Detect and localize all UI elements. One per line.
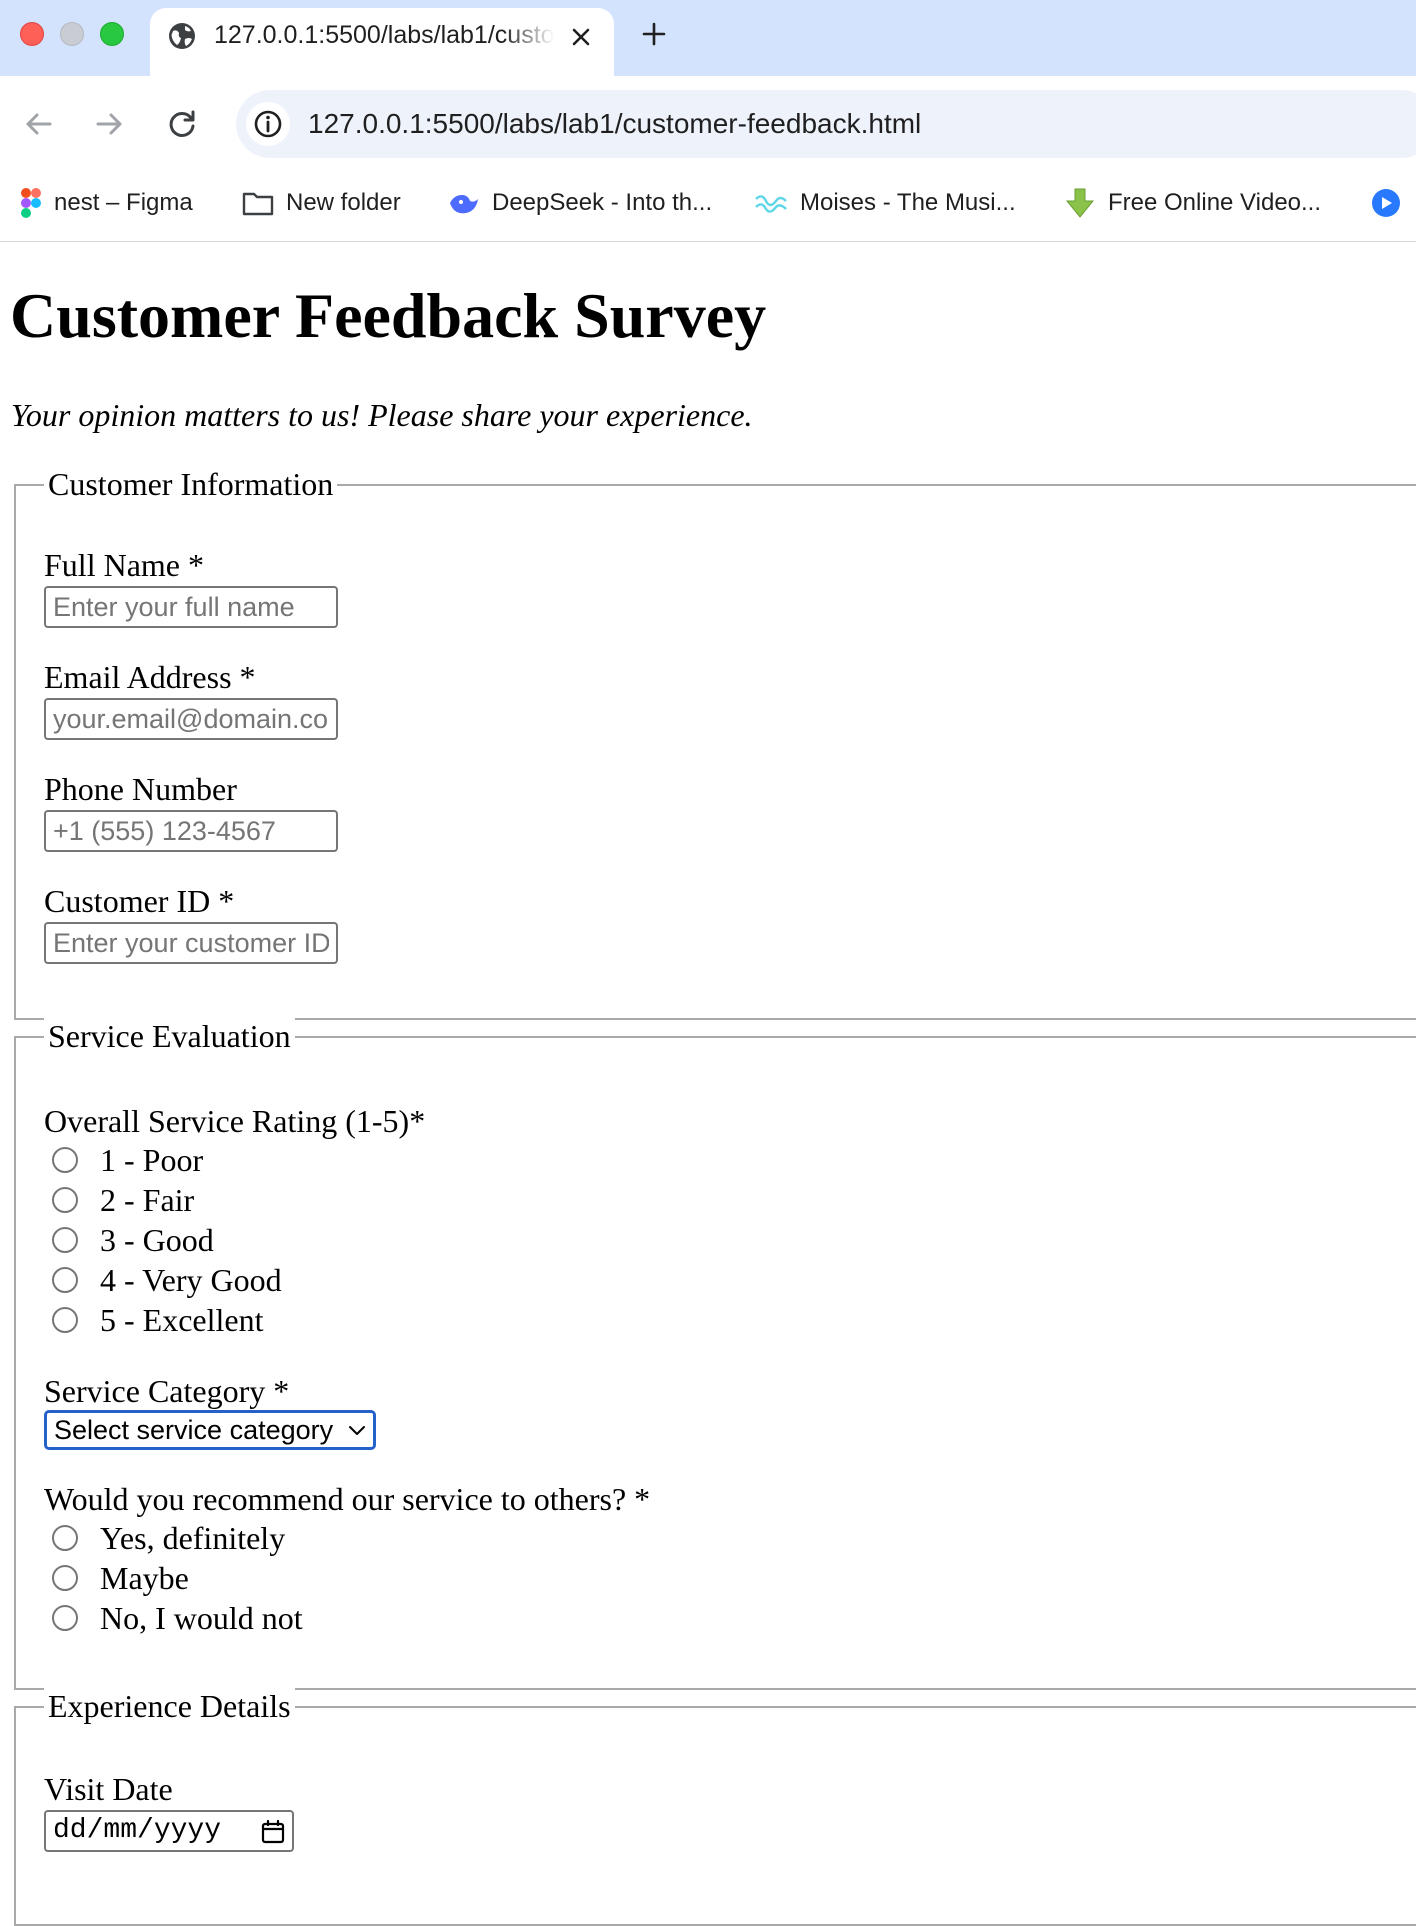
address-bar[interactable]: 127.0.0.1:5500/labs/lab1/customer-feedba… bbox=[236, 90, 1416, 158]
new-tab-icon[interactable] bbox=[638, 18, 670, 50]
site-info-button[interactable] bbox=[246, 102, 290, 146]
info-icon bbox=[254, 110, 282, 138]
deepseek-icon bbox=[450, 195, 478, 214]
maximize-window-button[interactable] bbox=[100, 22, 124, 46]
bookmark-figma[interactable]: nest – Figma bbox=[20, 186, 193, 220]
rating-option-3[interactable]: 3 - Good bbox=[52, 1222, 214, 1258]
bookmark-overflow[interactable] bbox=[1370, 186, 1414, 220]
rating-radio[interactable] bbox=[52, 1307, 78, 1333]
bookmark-label: Free Online Video... bbox=[1108, 189, 1322, 216]
recommend-radio[interactable] bbox=[52, 1565, 78, 1591]
moises-icon bbox=[755, 195, 787, 213]
globe-icon bbox=[169, 23, 195, 49]
rating-option-1[interactable]: 1 - Poor bbox=[52, 1142, 203, 1178]
email-label: Email Address * bbox=[44, 659, 256, 695]
back-arrow-icon[interactable] bbox=[18, 104, 58, 144]
visit-date-label: Visit Date bbox=[44, 1771, 173, 1807]
rating-radio[interactable] bbox=[52, 1227, 78, 1253]
bookmark-new-folder[interactable]: New folder bbox=[242, 186, 401, 220]
service-evaluation-fieldset: Service Evaluation Overall Service Ratin… bbox=[14, 1014, 1416, 1690]
rating-option-label: 5 - Excellent bbox=[100, 1302, 264, 1338]
select-value: Select service category bbox=[54, 1415, 334, 1445]
bookmark-moises[interactable]: Moises - The Musi... bbox=[754, 186, 1016, 220]
bookmarks-bar: nest – Figma New folder DeepSeek - Into … bbox=[0, 176, 1416, 228]
close-tab-icon[interactable] bbox=[568, 24, 594, 50]
recommend-option-label: Maybe bbox=[100, 1560, 189, 1596]
experience-details-fieldset: Experience Details Visit Date dd/mm/yyyy bbox=[14, 1684, 1416, 1926]
bookmark-deepseek[interactable]: DeepSeek - Into th... bbox=[448, 186, 712, 220]
folder-icon bbox=[242, 192, 274, 216]
full-name-label: Full Name * bbox=[44, 547, 204, 583]
rating-option-5[interactable]: 5 - Excellent bbox=[52, 1302, 263, 1338]
bookmark-label: DeepSeek - Into th... bbox=[492, 189, 713, 216]
forward-arrow-icon[interactable] bbox=[90, 104, 130, 144]
fieldset-legend: Service Evaluation bbox=[44, 1014, 295, 1058]
url-text: 127.0.0.1:5500/labs/lab1/customer-feedba… bbox=[308, 108, 922, 139]
fieldset-legend: Customer Information bbox=[44, 462, 338, 506]
phone-label: Phone Number bbox=[44, 771, 237, 807]
rating-option-2[interactable]: 2 - Fair bbox=[52, 1182, 194, 1218]
bookmark-label: New folder bbox=[286, 189, 401, 216]
recommend-option-label: Yes, definitely bbox=[100, 1520, 286, 1556]
page-content: Customer Feedback Survey Your opinion ma… bbox=[0, 242, 1416, 1926]
download-icon bbox=[1065, 188, 1095, 218]
rating-radio[interactable] bbox=[52, 1187, 78, 1213]
chevron-down-icon bbox=[349, 1426, 365, 1435]
minimize-window-button[interactable] bbox=[60, 22, 84, 46]
browser-toolbar: 127.0.0.1:5500/labs/lab1/customer-feedba… bbox=[0, 76, 1416, 242]
customer-id-input[interactable] bbox=[44, 922, 338, 964]
full-name-input[interactable] bbox=[44, 586, 338, 628]
rating-option-4[interactable]: 4 - Very Good bbox=[52, 1262, 282, 1298]
customer-id-label: Customer ID * bbox=[44, 883, 235, 919]
active-tab[interactable]: 127.0.0.1:5500/labs/lab1/customer-feedba… bbox=[150, 8, 614, 76]
bookmark-label: nest – Figma bbox=[54, 189, 193, 216]
recommend-radio[interactable] bbox=[52, 1605, 78, 1631]
recommend-option-yes[interactable]: Yes, definitely bbox=[52, 1520, 285, 1556]
reload-icon[interactable] bbox=[162, 104, 202, 144]
visit-date-input[interactable]: dd/mm/yyyy bbox=[44, 1810, 294, 1852]
rating-option-label: 2 - Fair bbox=[100, 1182, 195, 1218]
recommend-label: Would you recommend our service to other… bbox=[44, 1481, 651, 1517]
figma-icon bbox=[21, 188, 41, 218]
service-category-select[interactable]: Select service category bbox=[44, 1410, 376, 1450]
calendar-icon[interactable] bbox=[260, 1819, 286, 1845]
date-placeholder: dd/mm/yyyy bbox=[53, 1815, 222, 1846]
phone-input[interactable] bbox=[44, 810, 338, 852]
recommend-radio[interactable] bbox=[52, 1525, 78, 1551]
recommend-option-maybe[interactable]: Maybe bbox=[52, 1560, 189, 1596]
page-title: Customer Feedback Survey bbox=[10, 280, 767, 351]
browser-tab-strip: 127.0.0.1:5500/labs/lab1/customer-feedba… bbox=[0, 0, 1416, 76]
service-rating-label: Overall Service Rating (1-5)* bbox=[44, 1103, 426, 1139]
close-window-button[interactable] bbox=[20, 22, 44, 46]
tab-title: 127.0.0.1:5500/labs/lab1/customer-feedba… bbox=[214, 21, 554, 49]
chat-app-icon bbox=[1372, 189, 1400, 217]
rating-option-label: 3 - Good bbox=[100, 1222, 214, 1258]
page-subtitle: Your opinion matters to us! Please share… bbox=[11, 397, 753, 433]
fieldset-legend: Experience Details bbox=[44, 1684, 295, 1728]
rating-radio[interactable] bbox=[52, 1147, 78, 1173]
rating-option-label: 4 - Very Good bbox=[100, 1262, 282, 1298]
bookmark-label: Moises - The Musi... bbox=[800, 189, 1016, 216]
rating-radio[interactable] bbox=[52, 1267, 78, 1293]
recommend-option-no[interactable]: No, I would not bbox=[52, 1600, 303, 1636]
customer-information-fieldset: Customer Information Full Name * Email A… bbox=[14, 462, 1416, 1020]
recommend-option-label: No, I would not bbox=[100, 1600, 303, 1636]
service-category-label: Service Category * bbox=[44, 1373, 290, 1409]
rating-option-label: 1 - Poor bbox=[100, 1142, 204, 1178]
bookmark-free-online-video[interactable]: Free Online Video... bbox=[1064, 186, 1321, 220]
email-input[interactable] bbox=[44, 698, 338, 740]
